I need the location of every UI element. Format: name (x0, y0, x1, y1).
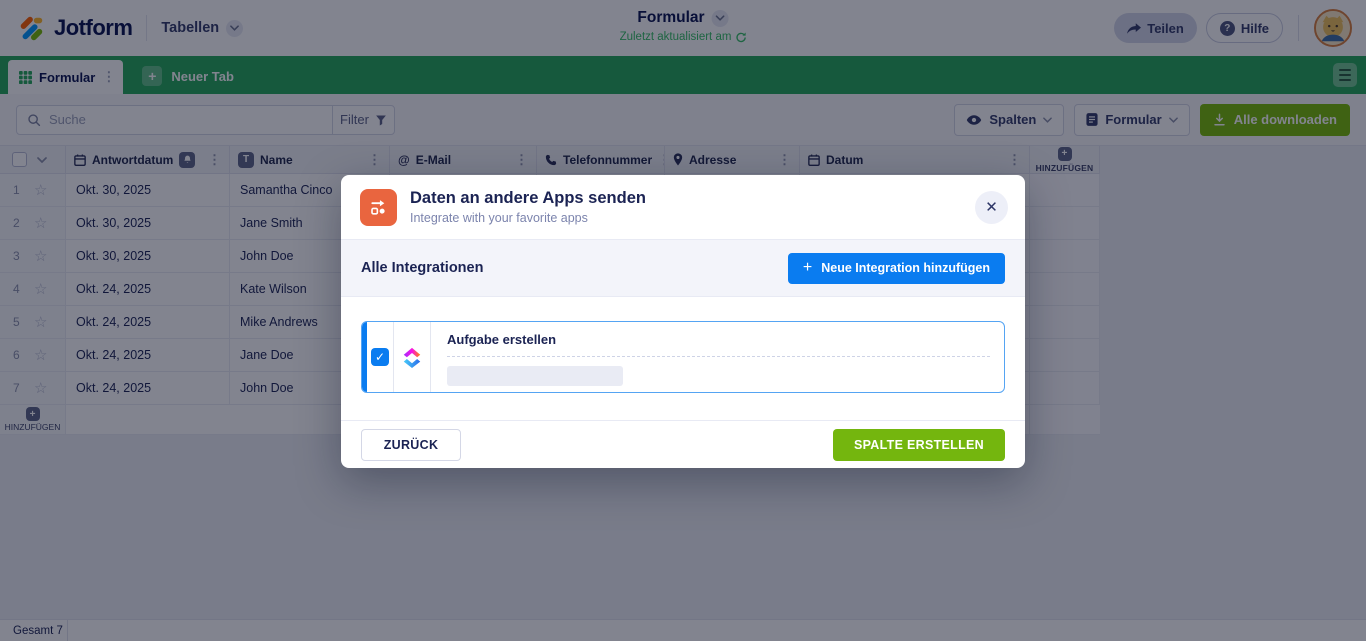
modal-header: Daten an andere Apps senden Integrate wi… (341, 175, 1025, 239)
back-button[interactable]: ZURÜCK (361, 429, 461, 461)
section-title: Alle Integrationen (361, 260, 483, 276)
modal-subtitle: Integrate with your favorite apps (410, 211, 646, 225)
integration-checkbox[interactable]: ✓ (371, 348, 389, 366)
card-content: Aufgabe erstellen (431, 322, 1004, 392)
dashed-divider (447, 356, 990, 357)
integration-card[interactable]: ✓ (361, 321, 1005, 393)
modal-footer: ZURÜCK SPALTE ERSTELLEN (341, 420, 1025, 468)
clickup-logo-icon (401, 345, 423, 369)
loading-skeleton (447, 366, 623, 386)
create-column-button[interactable]: SPALTE ERSTELLEN (833, 429, 1005, 461)
send-to-apps-icon (360, 189, 397, 226)
card-logo-cell (394, 322, 431, 392)
plus-icon: + (803, 259, 812, 277)
modal-body: ✓ (341, 297, 1025, 420)
integration-modal: Daten an andere Apps senden Integrate wi… (341, 175, 1025, 468)
modal-title-block: Daten an andere Apps senden Integrate wi… (410, 189, 646, 225)
card-checkbox-cell: ✓ (367, 322, 394, 392)
integrations-section-bar: Alle Integrationen + Neue Integration hi… (341, 239, 1025, 297)
add-integration-button[interactable]: + Neue Integration hinzufügen (788, 253, 1005, 284)
modal-title: Daten an andere Apps senden (410, 189, 646, 208)
integration-name: Aufgabe erstellen (447, 332, 990, 347)
add-integration-label: Neue Integration hinzufügen (821, 261, 990, 275)
close-button[interactable]: ✕ (975, 191, 1008, 224)
close-icon: ✕ (985, 198, 998, 216)
